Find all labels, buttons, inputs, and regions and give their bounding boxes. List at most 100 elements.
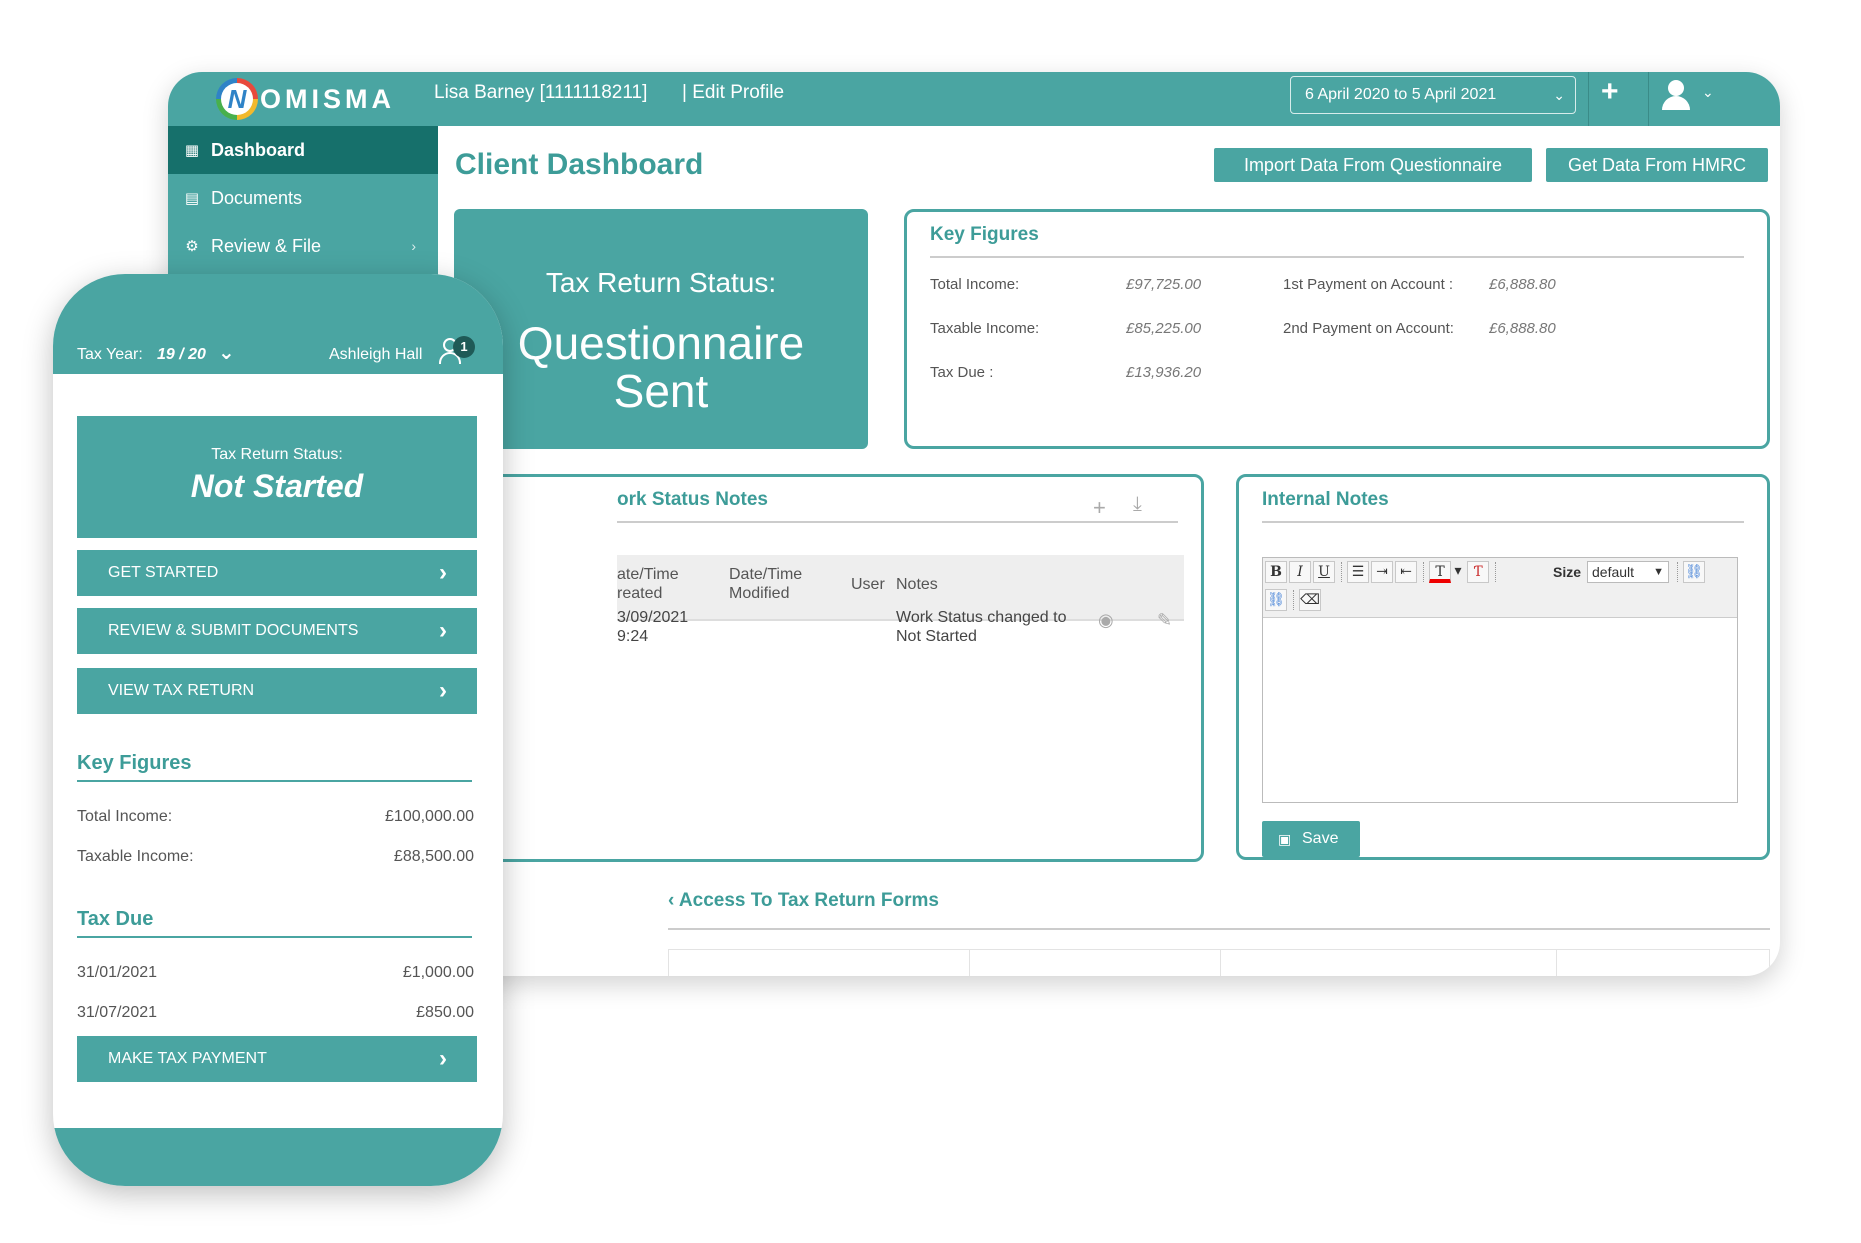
panel-title: Internal Notes [1262,489,1389,510]
review-icon: ⚙ [185,238,199,255]
mobile-header: Tax Year: 19 / 20 ⌄ Ashleigh Hall 1 [53,274,503,374]
sidebar-item-label: Documents [211,187,303,208]
toolbar-separator [1423,562,1424,582]
figure-label: Tax Due : [930,364,994,381]
toolbar-separator [1495,562,1496,582]
notification-badge: 1 [453,336,475,358]
edit-profile-link[interactable]: | Edit Profile [682,82,784,104]
due-amount: £1,000.00 [402,964,474,981]
payment-label: 1st Payment on Account : [1283,276,1454,293]
indent-icon[interactable]: ⇥ [1371,561,1393,583]
bold-button[interactable]: B [1265,561,1287,583]
view-tax-return-button[interactable]: VIEW TAX RETURN › [77,668,477,714]
topbar-divider [1588,72,1589,126]
divider [930,256,1744,258]
get-started-button[interactable]: GET STARTED › [77,550,477,596]
logo-letter: N [221,83,253,115]
rich-text-editor[interactable]: B I U ☰ ⇥ ⇤ T ▾ Ƭ Size default ▼ ⛓ ⛓ ⌫ [1262,557,1738,803]
sidebar-item-documents[interactable]: ▤ Documents [168,174,438,222]
due-date: 31/07/2021 [77,1004,158,1021]
nomisma-logo[interactable]: N OMISMA [216,78,395,120]
font-size-value: default [1592,564,1635,580]
cell-created: 9:24 [617,628,649,645]
payment-value: £6,888.80 [1489,320,1556,337]
payment-value: £6,888.80 [1489,276,1556,293]
topbar-divider [1648,72,1649,126]
edit-icon[interactable]: ✎ [1157,610,1172,631]
logo-wordmark: OMISMA [260,83,395,114]
figure-value: £88,500.00 [393,848,474,865]
status-value: Not Started [190,468,364,504]
review-submit-documents-button[interactable]: REVIEW & SUBMIT DOCUMENTS › [77,608,477,654]
column-header: User [851,576,885,593]
button-label: MAKE TAX PAYMENT [108,1050,267,1067]
column-divider [1556,950,1557,976]
sidebar-item-review-file[interactable]: ⚙ Review & File › [168,222,438,270]
import-questionnaire-button[interactable]: Import Data From Questionnaire [1214,148,1532,182]
cell-note: Not Started [896,628,977,645]
bullet-list-icon[interactable]: ☰ [1347,561,1369,583]
sidebar-item-dashboard[interactable]: ▦ Dashboard [168,126,438,174]
figure-label: Total Income: [930,276,1020,293]
chevron-right-icon: › [439,617,447,644]
figure-label: Taxable Income: [930,320,1040,337]
user-icon-body [1662,96,1690,110]
page-title: Client Dashboard [455,148,704,181]
underline-button[interactable]: U [1313,561,1335,583]
column-divider [969,950,970,976]
internal-notes-panel: Internal Notes B I U ☰ ⇥ ⇤ T ▾ Ƭ Size de… [1236,474,1770,860]
divider [77,780,472,782]
view-icon[interactable]: ◉ [1098,610,1114,631]
chevron-right-icon: › [439,559,447,586]
figure-label: Total Income: [77,808,173,825]
column-header: Notes [896,576,938,593]
quick-access-title: ‹ Access To Tax Return Forms [668,890,939,911]
chevron-down-icon: ⌄ [1553,87,1565,103]
sidebar-item-label: Dashboard [211,139,306,160]
button-label: GET STARTED [108,564,219,581]
unlink-icon[interactable]: ⛓ [1265,589,1287,611]
divider [1262,521,1744,523]
color-dropdown-icon[interactable]: ▾ [1453,561,1463,583]
tax-return-status-tile: Tax Return Status: Questionnaire Sent [454,209,868,449]
toolbar-separator [1341,562,1342,582]
user-icon-head [1668,80,1684,96]
figure-label: Taxable Income: [77,848,194,865]
download-icon[interactable]: ⤓ [1133,493,1142,516]
toolbar-separator [1677,562,1678,582]
button-label: REVIEW & SUBMIT DOCUMENTS [108,622,359,639]
divider [668,928,1770,930]
user-menu-button[interactable]: ⌄ [1660,78,1720,118]
font-size-select[interactable]: default ▼ [1587,561,1669,583]
panel-title: ork Status Notes [617,489,768,510]
chevron-right-icon: › [439,677,447,704]
italic-button[interactable]: I [1289,561,1311,583]
due-date: 31/01/2021 [77,964,158,981]
clear-format-icon[interactable]: Ƭ [1467,561,1489,583]
divider [617,521,1178,523]
chevron-down-icon: ⌄ [1702,84,1714,100]
get-hmrc-data-button[interactable]: Get Data From HMRC [1546,148,1768,182]
chevron-right-icon: › [439,1045,447,1072]
size-label: Size [1553,564,1582,580]
client-name: Lisa Barney [1111118211] [434,82,648,103]
figure-value: £100,000.00 [385,808,474,825]
add-note-icon[interactable]: + [1093,495,1106,521]
add-icon[interactable]: + [1601,75,1619,109]
save-button[interactable]: ▣ Save [1262,821,1360,857]
tax-year-value[interactable]: 19 / 20 [157,346,206,364]
eraser-icon[interactable]: ⌫ [1299,589,1321,611]
chevron-right-icon: › [411,238,416,254]
user-name: Ashleigh Hall [329,346,423,363]
text-color-icon[interactable]: T [1429,561,1451,583]
divider [77,936,472,938]
chevron-down-icon[interactable]: ⌄ [218,340,235,365]
link-icon[interactable]: ⛓ [1683,561,1705,583]
make-tax-payment-button[interactable]: MAKE TAX PAYMENT › [77,1036,477,1082]
outdent-icon[interactable]: ⇤ [1395,561,1417,583]
tax-period-select[interactable]: 6 April 2020 to 5 April 2021 ⌄ [1290,76,1576,114]
quick-access-table [668,949,1770,976]
payment-label: 2nd Payment on Account: [1283,320,1454,337]
tax-due-title: Tax Due [77,908,154,930]
editor-toolbar: B I U ☰ ⇥ ⇤ T ▾ Ƭ Size default ▼ ⛓ ⛓ ⌫ [1263,558,1737,618]
